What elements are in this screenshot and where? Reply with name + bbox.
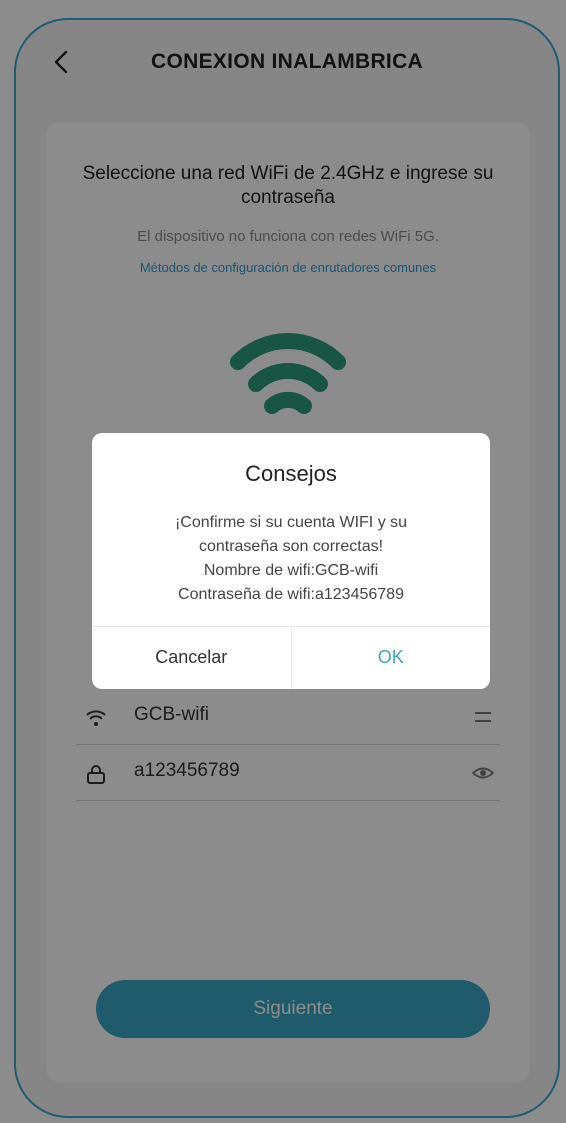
dialog-line: Contraseña de wifi:a123456789 xyxy=(178,586,404,603)
dialog-title: Consejos xyxy=(245,461,337,486)
dialog-line: Nombre de wifi:GCB-wifi xyxy=(203,562,379,579)
dialog-line: ¡Confirme si su cuenta WIFI y su xyxy=(174,514,408,531)
cancel-button[interactable]: Cancelar xyxy=(92,627,292,689)
tips-dialog: Consejos ¡Confirme si su cuenta WIFI y s… xyxy=(92,433,490,689)
ok-button[interactable]: OK xyxy=(292,627,491,689)
dialog-line: contraseña son correctas! xyxy=(198,538,384,555)
dialog-actions: Cancelar OK xyxy=(92,626,490,689)
dialog-message: ¡Confirme si su cuenta WIFI y su contras… xyxy=(112,511,470,607)
